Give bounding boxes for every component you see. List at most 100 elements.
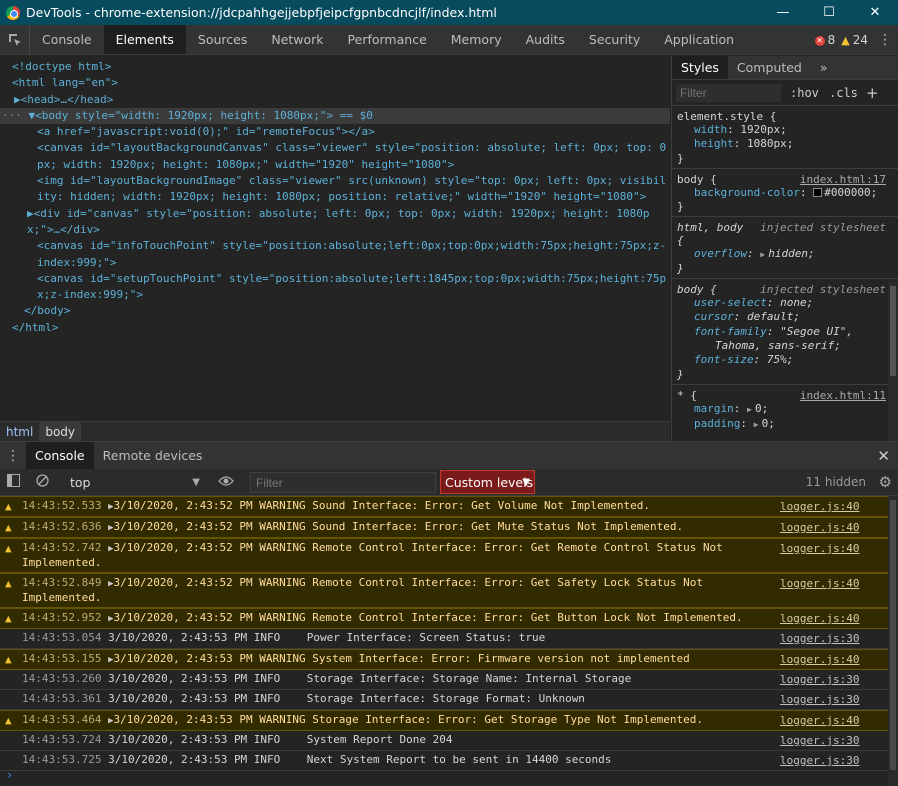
- message-timestamp: 14:43:53.725: [22, 753, 102, 766]
- console-info-row[interactable]: 14:43:53.361 3/10/2020, 2:43:53 PM INFO …: [0, 690, 898, 710]
- console-filter-input[interactable]: [250, 472, 436, 493]
- gear-icon[interactable]: ⚙: [879, 473, 892, 491]
- sidebar-toggle-icon[interactable]: [7, 474, 20, 491]
- console-warning-row[interactable]: ▲ 14:43:52.533 ▶3/10/2020, 2:43:52 PM WAR…: [0, 496, 898, 517]
- tab-network[interactable]: Network: [259, 25, 335, 54]
- console-warning-row[interactable]: ▲ 14:43:52.952 ▶3/10/2020, 2:43:52 PM WAR…: [0, 608, 898, 629]
- tab-computed[interactable]: Computed: [728, 56, 811, 79]
- console-warning-row[interactable]: ▲ 14:43:52.849 ▶3/10/2020, 2:43:52 PM WAR…: [0, 573, 898, 608]
- tab-audits[interactable]: Audits: [514, 25, 577, 54]
- error-counter[interactable]: ✕ 8: [814, 33, 835, 47]
- dom-node-body-selected[interactable]: ··· ▼<body style="width: 1920px; height:…: [0, 107, 670, 125]
- console-scrollbar[interactable]: [888, 496, 898, 786]
- message-source-link[interactable]: logger.js:30: [780, 734, 859, 748]
- message-source-link[interactable]: logger.js:40: [780, 521, 859, 535]
- dom-node-head[interactable]: ▶<head>…</head>: [0, 92, 670, 108]
- close-drawer-icon[interactable]: ✕: [877, 442, 890, 470]
- tab-console[interactable]: Console: [30, 25, 104, 54]
- dom-node[interactable]: </html>: [0, 320, 670, 336]
- source-link[interactable]: index.html:11: [800, 389, 886, 402]
- new-rule-button[interactable]: +: [866, 84, 879, 102]
- breadcrumb-body[interactable]: body: [39, 421, 82, 442]
- dom-node-canvas-div[interactable]: ▶<div id="canvas" style="position: absol…: [0, 206, 670, 239]
- message-text: 3/10/2020, 2:43:53 PM INFO Storage Inter…: [108, 692, 585, 705]
- console-toolbar: top ▼ Custom levels ▼ 11 hidden ⚙: [0, 469, 898, 496]
- class-toggle[interactable]: .cls: [829, 86, 858, 100]
- tab-performance[interactable]: Performance: [336, 25, 439, 54]
- message-timestamp: 14:43:52.849: [22, 576, 102, 589]
- console-warning-row[interactable]: ▲ 14:43:53.464 ▶3/10/2020, 2:43:53 PM WAR…: [0, 710, 898, 731]
- dom-node[interactable]: <!doctype html>: [0, 59, 670, 75]
- message-text: 3/10/2020, 2:43:53 PM INFO Storage Inter…: [108, 672, 632, 685]
- console-prompt[interactable]: ›: [6, 768, 13, 782]
- warning-icon: ▲: [5, 577, 12, 590]
- message-source-link[interactable]: logger.js:30: [780, 673, 859, 687]
- message-source-link[interactable]: logger.js:30: [780, 754, 859, 768]
- console-info-row[interactable]: 14:43:53.260 3/10/2020, 2:43:53 PM INFO …: [0, 670, 898, 690]
- message-source-link[interactable]: logger.js:40: [780, 577, 859, 591]
- drawer-menu-icon[interactable]: ⋮: [0, 442, 26, 469]
- hover-state-toggle[interactable]: :hov: [790, 86, 819, 100]
- elements-dom-tree[interactable]: <!doctype html> <html lang="en"> ▶<head>…: [0, 56, 670, 421]
- message-source-link[interactable]: logger.js:40: [780, 714, 859, 728]
- clear-console-icon[interactable]: [36, 474, 49, 491]
- color-swatch-icon[interactable]: [813, 188, 823, 198]
- rule-universal[interactable]: * { index.html:11 margin: ▶ 0; padding: ▶…: [672, 385, 898, 436]
- console-warning-row[interactable]: ▲ 14:43:52.636 ▶3/10/2020, 2:43:52 PM WAR…: [0, 517, 898, 538]
- rule-html-body-injected[interactable]: html, body injected stylesheet { overflo…: [672, 217, 898, 280]
- message-source-link[interactable]: logger.js:30: [780, 632, 859, 646]
- tab-styles[interactable]: Styles: [672, 56, 728, 79]
- message-source-link[interactable]: logger.js:40: [780, 542, 859, 556]
- drawer-tab-remote-devices[interactable]: Remote devices: [94, 442, 212, 469]
- console-scroll-thumb[interactable]: [890, 500, 896, 770]
- tab-application[interactable]: Application: [652, 25, 746, 54]
- error-icon: ✕: [814, 35, 825, 46]
- breadcrumb-html[interactable]: html: [0, 422, 39, 442]
- console-info-row[interactable]: 14:43:53.054 3/10/2020, 2:43:53 PM INFO …: [0, 629, 898, 649]
- inspect-element-icon[interactable]: [0, 25, 30, 54]
- message-source-link[interactable]: logger.js:30: [780, 693, 859, 707]
- styles-scrollbar[interactable]: [888, 281, 898, 441]
- dom-node[interactable]: <html lang="en">: [0, 75, 670, 91]
- drawer-tab-console[interactable]: Console: [26, 442, 94, 469]
- message-timestamp: 14:43:53.724: [22, 733, 102, 746]
- message-timestamp: 14:43:53.260: [22, 672, 102, 685]
- message-timestamp: 14:43:52.636: [22, 520, 102, 533]
- issue-counters[interactable]: ✕ 8 ▲ 24: [814, 25, 868, 55]
- rule-element-style[interactable]: element.style { width: 1920px; height: 1…: [672, 106, 898, 169]
- tab-elements[interactable]: Elements: [103, 25, 186, 54]
- styles-filter-input[interactable]: [676, 83, 781, 102]
- source-link[interactable]: index.html:17: [800, 173, 886, 186]
- dom-node[interactable]: <canvas id="infoTouchPoint" style="posit…: [0, 238, 670, 271]
- message-source-link[interactable]: logger.js:40: [780, 612, 859, 626]
- context-selector[interactable]: top ▼: [64, 472, 204, 492]
- styles-scroll-thumb[interactable]: [890, 286, 896, 376]
- console-info-row[interactable]: 14:43:53.724 3/10/2020, 2:43:53 PM INFO …: [0, 731, 898, 751]
- tab-sources[interactable]: Sources: [186, 25, 259, 54]
- dom-node[interactable]: <canvas id="layoutBackgroundCanvas" clas…: [0, 140, 670, 173]
- minimize-button[interactable]: —: [760, 0, 806, 25]
- warning-counter[interactable]: ▲ 24: [841, 33, 868, 47]
- styles-pane: Styles Computed » :hov .cls + element.st…: [671, 56, 898, 441]
- console-warning-row[interactable]: ▲ 14:43:53.155 ▶3/10/2020, 2:43:53 PM WAR…: [0, 649, 898, 670]
- log-levels-dropdown[interactable]: Custom levels ▼: [440, 470, 535, 494]
- tab-memory[interactable]: Memory: [439, 25, 514, 54]
- more-tabs-icon[interactable]: »: [811, 56, 837, 79]
- message-timestamp: 14:43:53.155: [22, 652, 102, 665]
- message-source-link[interactable]: logger.js:40: [780, 500, 859, 514]
- more-options-icon[interactable]: ⋮: [878, 25, 892, 55]
- console-messages[interactable]: ▲ 14:43:52.533 ▶3/10/2020, 2:43:52 PM WAR…: [0, 496, 898, 786]
- maximize-button[interactable]: ☐: [806, 0, 852, 25]
- dom-node[interactable]: <img id="layoutBackgroundImage" class="v…: [0, 173, 670, 206]
- console-info-row[interactable]: 14:43:53.725 3/10/2020, 2:43:53 PM INFO …: [0, 751, 898, 771]
- close-window-button[interactable]: ✕: [852, 0, 898, 25]
- rule-body-injected[interactable]: body { injected stylesheet user-select: …: [672, 279, 898, 385]
- dom-node[interactable]: <a href="javascript:void(0);" id="remote…: [0, 124, 670, 140]
- message-source-link[interactable]: logger.js:40: [780, 653, 859, 667]
- dom-node[interactable]: </body>: [0, 303, 670, 319]
- rule-body-background[interactable]: body { index.html:17 background-color: #…: [672, 169, 898, 217]
- eye-icon[interactable]: [218, 475, 234, 491]
- tab-security[interactable]: Security: [577, 25, 652, 54]
- dom-node[interactable]: <canvas id="setupTouchPoint" style="posi…: [0, 271, 670, 304]
- console-warning-row[interactable]: ▲ 14:43:52.742 ▶3/10/2020, 2:43:52 PM WAR…: [0, 538, 898, 573]
